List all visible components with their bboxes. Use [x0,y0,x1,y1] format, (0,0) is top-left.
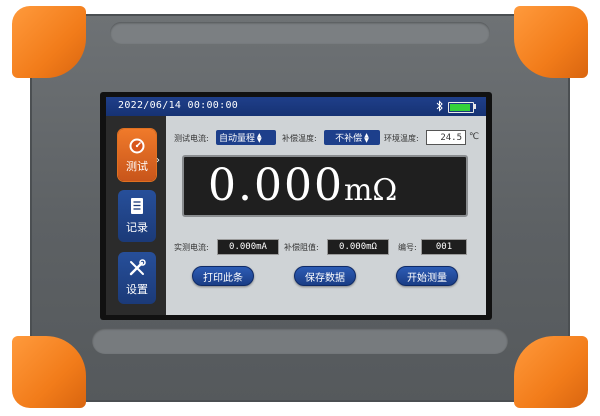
comp-resistance-value: 0.000mΩ [339,242,377,252]
resistance-reading: 0.000mΩ [208,160,397,211]
env-temp-unit: ℃ [469,132,480,142]
save-button[interactable]: 保存数据 [294,266,356,286]
env-temp-input[interactable]: 24.5 [426,130,466,145]
corner-bumper-bottom-right [514,336,588,408]
comp-resistance-label: 补偿阻值: [284,243,319,252]
reading-unit: mΩ [343,173,398,208]
document-icon [126,196,148,216]
actual-current-label: 实测电流: [174,243,209,252]
bluetooth-icon [436,100,443,112]
actual-current-value: 0.000mA [229,242,267,252]
main-panel: 测试电流: 自动量程 ▲ ▼ 补偿温度: 不补偿 ▲ ▼ 环境温度: 24.5 ℃ … [172,122,480,312]
sidebar: 测试 › 记录 设置 [106,116,166,315]
comp-resistance-field: 0.000mΩ [327,239,389,255]
battery-tip [474,104,476,109]
updown-arrow-icon: ▲ ▼ [257,131,262,144]
sidebar-item-label: 记录 [126,221,148,234]
measurement-display: 0.000mΩ [182,155,468,217]
battery-level [450,104,470,111]
sidebar-item-settings[interactable]: 设置 [118,252,156,304]
sidebar-item-test[interactable]: 测试 [118,129,156,181]
print-button-label: 打印此条 [203,272,243,284]
number-value: 001 [435,242,453,252]
temp-comp-select[interactable]: 不补偿 ▲ ▼ [324,130,380,145]
print-button[interactable]: 打印此条 [192,266,254,286]
status-bar: 2022/06/14 00:00:00 [106,97,486,116]
current-range-value: 自动量程 [219,134,256,144]
temp-comp-label: 补偿温度: [282,134,317,143]
sidebar-item-records[interactable]: 记录 [118,190,156,242]
info-row: 实测电流: 0.000mA 补偿阻值: 0.000mΩ 编号: 001 [174,239,480,255]
housing-bottom-strip [92,328,508,354]
sidebar-item-label: 设置 [126,283,148,296]
gauge-icon [126,135,148,155]
wrench-screwdriver-icon [126,258,148,278]
number-label: 编号: [398,243,417,252]
battery-icon [448,102,474,113]
sidebar-item-label: 测试 [126,160,148,173]
temp-comp-value: 不补偿 [335,134,363,144]
updown-arrow-icon: ▲ ▼ [364,131,369,144]
start-button-label: 开始测量 [407,272,447,284]
env-temp-label: 环境温度: [384,134,419,143]
start-measure-button[interactable]: 开始测量 [396,266,458,286]
actual-current-field: 0.000mA [217,239,279,255]
screen: 2022/06/14 00:00:00 测试 › 记录 设置 测试电流: 自动量… [106,97,486,315]
datetime: 2022/06/14 00:00:00 [118,100,239,111]
current-range-select[interactable]: 自动量程 ▲ ▼ [216,130,276,145]
settings-row: 测试电流: 自动量程 ▲ ▼ 补偿温度: 不补偿 ▲ ▼ 环境温度: 24.5 ℃ [174,130,480,146]
reading-value: 0.000 [208,160,344,211]
chevron-right-icon: › [156,155,160,166]
housing-top-strip [110,22,490,44]
env-temp-value: 24.5 [440,132,462,143]
current-label: 测试电流: [174,134,209,143]
save-button-label: 保存数据 [305,272,345,284]
number-field[interactable]: 001 [421,239,467,255]
